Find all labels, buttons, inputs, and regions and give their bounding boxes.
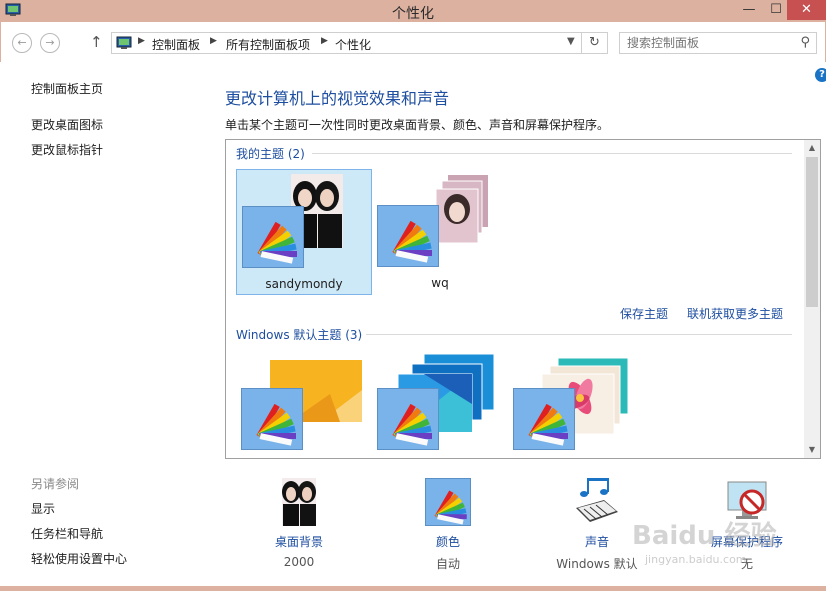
color-palette-icon [242, 206, 304, 268]
refresh-button[interactable]: ↻ [581, 33, 607, 53]
theme-list-scrollbar[interactable]: ▲ ▼ [804, 140, 820, 458]
theme-label: wq [431, 276, 449, 290]
windows-theme-3[interactable] [508, 352, 644, 458]
control-panel-icon [116, 36, 132, 49]
get-more-themes-link[interactable]: 联机获取更多主题 [687, 305, 783, 322]
page-description: 单击某个主题可一次性同时更改桌面背景、颜色、声音和屏幕保护程序。 [225, 118, 610, 132]
see-also-display[interactable]: 显示 [31, 500, 55, 517]
setting-value: 2000 [283, 555, 315, 569]
theme-list: 我的主题 (2) sandymondy wq 保存主题 联机获取更多主题 Win… [225, 139, 821, 459]
desktop-background-icon [282, 478, 316, 526]
baidu-watermark: Baidu 经验 [632, 521, 777, 551]
address-bar[interactable]: ▶ 控制面板 ▶ 所有控制面板项 ▶ 个性化 ▼ ↻ [111, 32, 608, 54]
search-box[interactable]: ⚲ [619, 32, 817, 54]
help-icon[interactable]: ? [815, 68, 826, 82]
scroll-up-icon[interactable]: ▲ [804, 140, 820, 156]
minimize-button[interactable]: — [735, 0, 763, 20]
setting-name[interactable]: 颜色 [393, 533, 503, 550]
maximize-button[interactable]: ☐ [762, 0, 790, 20]
see-also-taskbar[interactable]: 任务栏和导航 [31, 525, 103, 542]
sound-icon [576, 478, 618, 522]
windows-theme-1[interactable] [236, 352, 372, 458]
search-input[interactable] [620, 33, 790, 53]
breadcrumb-separator-icon[interactable]: ▶ [138, 36, 145, 46]
scroll-thumb[interactable] [806, 157, 818, 307]
window-bottom-border [0, 586, 826, 591]
breadcrumb-control-panel[interactable]: 控制面板 [152, 36, 200, 53]
color-palette-icon [513, 388, 575, 450]
photo-thumbnail [435, 175, 488, 244]
breadcrumb-separator-icon[interactable]: ▶ [210, 36, 217, 46]
color-palette-icon [377, 388, 439, 450]
theme-label: sandymondy [265, 277, 343, 291]
navigation-bar: ← → ↑ ▶ 控制面板 ▶ 所有控制面板项 ▶ 个性化 ▼ ↻ ⚲ [0, 22, 826, 62]
see-also-heading: 另请参阅 [31, 477, 80, 491]
close-button[interactable]: ✕ [787, 0, 826, 20]
chevron-down-icon[interactable]: ▼ [567, 36, 575, 47]
setting-value: 自动 [435, 557, 460, 571]
up-button[interactable]: ↑ [90, 33, 103, 51]
breadcrumb-separator-icon[interactable]: ▶ [321, 36, 328, 46]
see-also-ease-of-access[interactable]: 轻松使用设置中心 [31, 550, 127, 567]
page-title: 更改计算机上的视觉效果和声音 [225, 89, 450, 108]
color-palette-icon [241, 388, 303, 450]
back-button[interactable]: ← [12, 33, 32, 53]
breadcrumb-personalization[interactable]: 个性化 [335, 36, 371, 53]
forward-button[interactable]: → [40, 33, 60, 53]
left-link-desktop-icons[interactable]: 更改桌面图标 [31, 116, 103, 133]
color-palette-icon [425, 478, 471, 526]
theme-wq[interactable]: wq [372, 169, 508, 295]
left-link-control-panel-home[interactable]: 控制面板主页 [31, 80, 103, 97]
breadcrumb-all-items[interactable]: 所有控制面板项 [226, 36, 310, 53]
setting-name[interactable]: 桌面背景 [244, 533, 354, 550]
section-divider [312, 153, 792, 154]
color-setting[interactable]: 颜色 自动 [393, 478, 503, 573]
search-icon[interactable]: ⚲ [800, 35, 810, 50]
my-themes-heading: 我的主题 (2) [236, 147, 305, 161]
color-palette-icon [377, 205, 439, 267]
watermark-url: jingyan.baidu.com [645, 553, 747, 566]
desktop-background-setting[interactable]: 桌面背景 2000 [244, 478, 354, 573]
scroll-down-icon[interactable]: ▼ [804, 442, 820, 458]
windows-themes-heading: Windows 默认主题 (3) [236, 328, 363, 342]
window-title: 个性化 [392, 6, 434, 22]
save-theme-link[interactable]: 保存主题 [620, 305, 668, 322]
title-bar: 个性化 — ☐ ✕ [0, 0, 826, 22]
left-link-mouse-pointers[interactable]: 更改鼠标指针 [31, 141, 103, 158]
setting-value: Windows 默认 [556, 557, 638, 571]
windows-theme-2[interactable] [372, 352, 508, 458]
theme-sandymondy[interactable]: sandymondy [236, 169, 372, 295]
section-divider [366, 334, 792, 335]
